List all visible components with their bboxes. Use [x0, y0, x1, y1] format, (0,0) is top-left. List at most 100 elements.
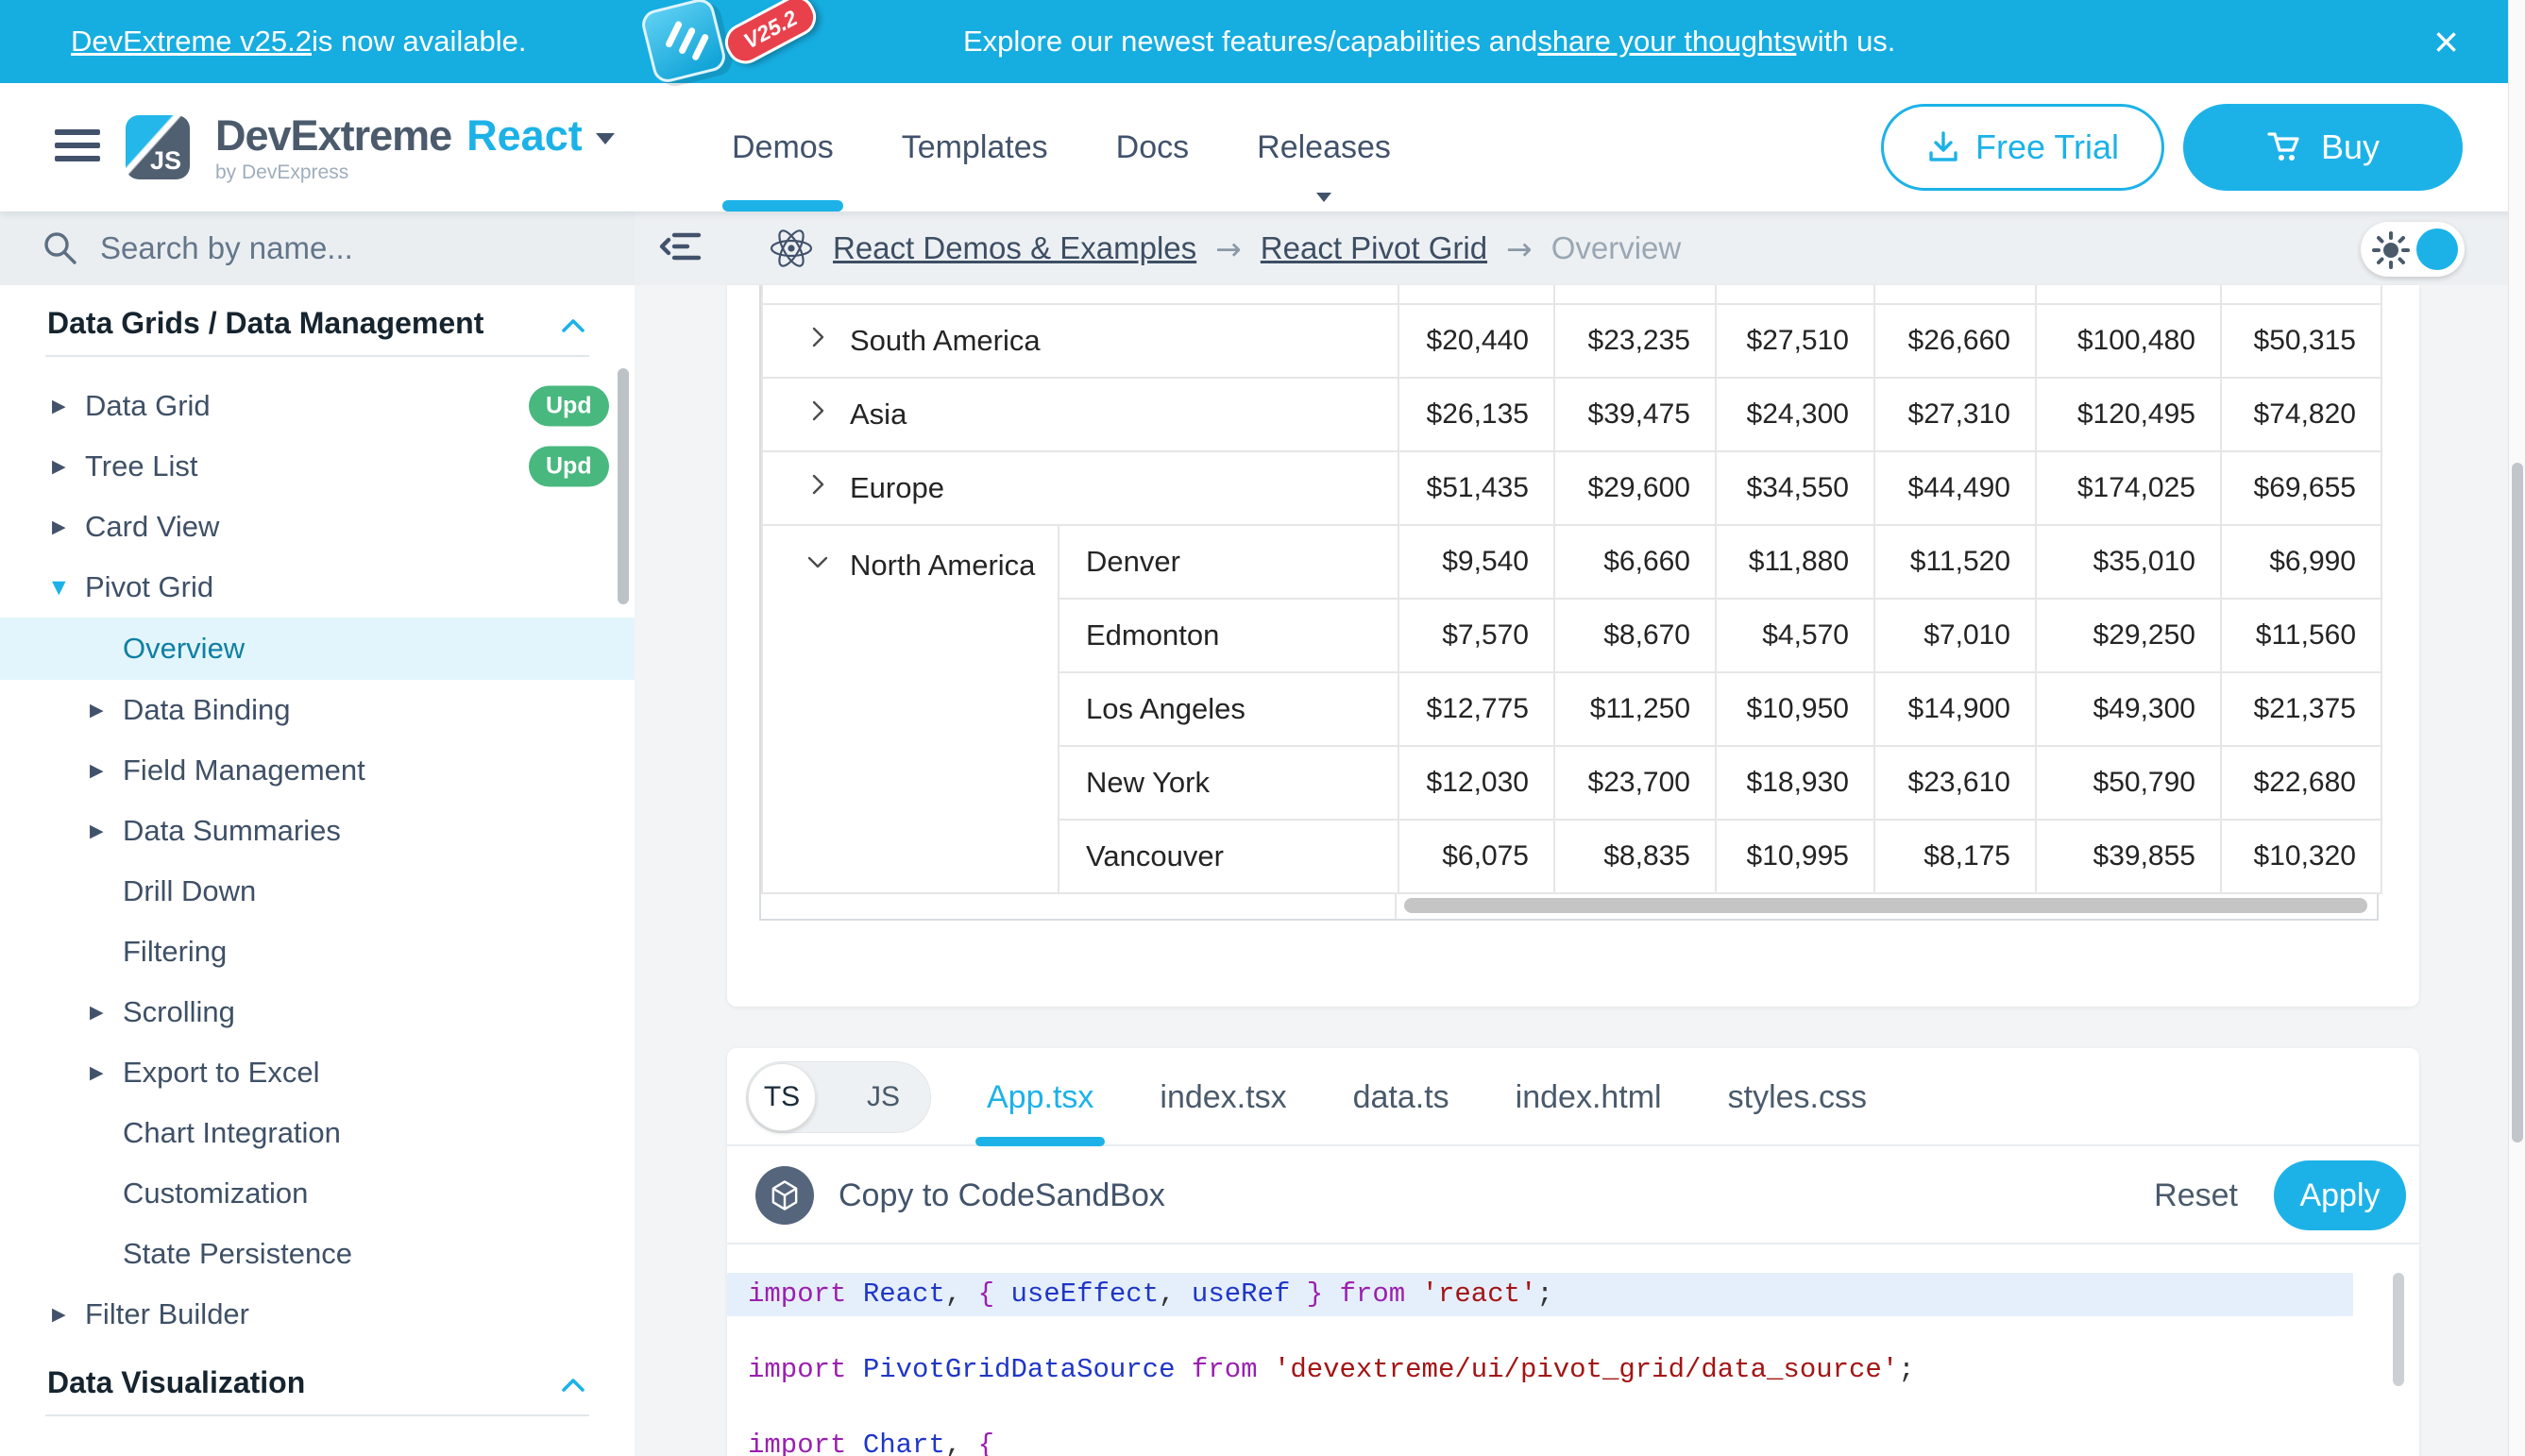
nav-item-releases[interactable]: Releases	[1257, 83, 1391, 212]
sidebar-item-label: Overview	[123, 632, 245, 666]
file-tab-styles-css[interactable]: styles.css	[1728, 1048, 1867, 1146]
sidebar-item-card-view[interactable]: ▶Card View	[0, 497, 635, 557]
theme-toggle-knob[interactable]	[2416, 229, 2458, 270]
chevron-up-icon[interactable]	[561, 1365, 585, 1400]
banner-close-button[interactable]: ×	[2433, 0, 2459, 83]
triangle-right-icon[interactable]: ▶	[52, 1304, 66, 1325]
language-toggle-knob[interactable]: TS	[748, 1063, 816, 1131]
sidebar-item-filtering[interactable]: Filtering	[0, 922, 635, 982]
sidebar-item-label: Pivot Grid	[85, 570, 213, 604]
free-trial-button[interactable]: Free Trial	[1881, 104, 2164, 191]
sidebar-item-customization[interactable]: Customization	[0, 1163, 635, 1224]
sidebar-section-label: Data Grids / Data Management	[47, 306, 483, 341]
nav-item-demos[interactable]: Demos	[732, 83, 834, 212]
sidebar-item-tree-list[interactable]: ▶Tree ListUpd	[0, 436, 635, 497]
file-tab-index-tsx[interactable]: index.tsx	[1160, 1048, 1286, 1146]
file-tab-App-tsx[interactable]: App.tsx	[987, 1048, 1093, 1146]
code-scrollbar[interactable]	[2393, 1273, 2404, 1386]
sidebar-item-chart-integration[interactable]: Chart Integration	[0, 1103, 635, 1163]
pivot-region-row: Asia$26,135$39,475$24,300$27,310$120,495…	[762, 378, 2381, 451]
triangle-right-icon[interactable]: ▶	[52, 396, 66, 416]
sidebar-item-data-summaries[interactable]: ▶Data Summaries	[0, 801, 635, 861]
sidebar-scrollbar[interactable]	[618, 368, 629, 604]
language-toggle[interactable]: TS JS	[746, 1061, 931, 1133]
sidebar-item-state-persistence[interactable]: State Persistence	[0, 1224, 635, 1284]
reset-button[interactable]: Reset	[2154, 1146, 2238, 1244]
apply-button[interactable]: Apply	[2274, 1160, 2406, 1230]
hamburger-menu-button[interactable]	[55, 129, 100, 169]
triangle-right-icon[interactable]: ▶	[90, 760, 104, 781]
nav-item-docs[interactable]: Docs	[1116, 83, 1189, 212]
platform-dropdown-icon[interactable]	[596, 133, 615, 144]
expand-chevron-icon[interactable]	[805, 471, 831, 505]
sidebar-item-label: Filter Builder	[85, 1297, 249, 1331]
banner-version-text: DevExtreme v25.2 is now available.	[71, 0, 526, 83]
sidebar-section-title[interactable]: Data Visualization	[0, 1360, 635, 1405]
main-content: South America$20,440$23,235$27,510$26,66…	[635, 285, 2508, 1456]
pivot-region-cell[interactable]: Europe	[762, 451, 1398, 525]
sidebar-item-field-management[interactable]: ▶Field Management	[0, 740, 635, 801]
code-editor[interactable]: import React, { useEffect, useRef } from…	[727, 1244, 2419, 1456]
sidebar-item-label: Scrolling	[123, 995, 235, 1029]
nav-item-templates[interactable]: Templates	[902, 83, 1048, 212]
updated-badge: Upd	[529, 386, 609, 427]
pivot-value-cell: $9,540	[1398, 525, 1554, 599]
triangle-right-icon[interactable]: ▶	[90, 1062, 104, 1083]
brand-wordmark[interactable]: DevExtreme React by DevExpress	[215, 111, 615, 184]
pivot-region-cell[interactable]: North America	[762, 525, 1059, 893]
pivot-value-cell: $18,930	[1716, 746, 1874, 820]
pivot-value-cell: $21,375	[2221, 672, 2381, 746]
updated-badge: Upd	[529, 447, 609, 487]
sidebar-item-drill-down[interactable]: Drill Down	[0, 861, 635, 922]
sidebar-item-data-grid[interactable]: ▶Data GridUpd	[0, 376, 635, 436]
theme-toggle[interactable]	[2361, 222, 2465, 277]
sidebar-item-overview[interactable]: Overview	[0, 618, 635, 680]
expand-chevron-icon[interactable]	[805, 398, 831, 432]
sidebar-item-label: Drill Down	[123, 874, 256, 908]
sidebar-item-pivot-grid[interactable]: ▼ Pivot Grid	[0, 557, 635, 618]
file-tab-data-ts[interactable]: data.ts	[1353, 1048, 1449, 1146]
pivot-horizontal-scrollbar[interactable]	[761, 894, 2377, 919]
breadcrumb-link-demos[interactable]: React Demos & Examples	[833, 230, 1196, 266]
code-editor-panel: TS JS App.tsx index.tsx data.ts index.html s…	[727, 1048, 2419, 1456]
sidebar-item-label: Export to Excel	[123, 1056, 319, 1090]
pivot-region-cell[interactable]: South America	[762, 304, 1398, 378]
share-thoughts-link[interactable]: share your thoughts	[1537, 25, 1796, 59]
triangle-right-icon[interactable]: ▶	[52, 456, 66, 477]
buy-button[interactable]: Buy	[2183, 104, 2463, 191]
collapse-sidebar-button[interactable]	[659, 228, 703, 270]
sidebar-item-filter-builder[interactable]: ▶ Filter Builder	[0, 1284, 635, 1345]
page-scrollbar-thumb[interactable]	[2512, 463, 2523, 1143]
pivot-hscroll-thumb[interactable]	[1404, 898, 2367, 913]
pivot-city-cell: Denver	[1059, 525, 1398, 599]
sidebar-item-data-binding[interactable]: ▶Data Binding	[0, 680, 635, 740]
pivot-value-cell: $120,495	[2036, 378, 2221, 451]
pivot-value-cell: $22,680	[2221, 746, 2381, 820]
pivot-value-cell: $11,520	[1874, 525, 2036, 599]
triangle-down-icon[interactable]: ▼	[52, 577, 66, 598]
triangle-right-icon[interactable]: ▶	[90, 821, 104, 841]
triangle-right-icon[interactable]: ▶	[52, 516, 66, 537]
devextreme-js-logo[interactable]: JS	[126, 115, 190, 179]
sidebar-search-input[interactable]: Search by name...	[0, 212, 635, 285]
expand-chevron-icon[interactable]	[805, 324, 831, 358]
collapse-chevron-icon[interactable]	[805, 549, 831, 583]
banner-version-link[interactable]: DevExtreme v25.2	[71, 25, 312, 59]
pivot-value-cell: $50,315	[2221, 304, 2381, 378]
page-scrollbar[interactable]	[2508, 0, 2525, 1456]
triangle-right-icon[interactable]: ▶	[90, 1002, 104, 1023]
copy-to-codesandbox-button[interactable]: Copy to CodeSandBox	[755, 1146, 1165, 1244]
brand-name: DevExtreme	[215, 111, 451, 161]
file-tab-index-html[interactable]: index.html	[1516, 1048, 1662, 1146]
divider	[45, 1414, 589, 1416]
breadcrumb-link-pivot-grid[interactable]: React Pivot Grid	[1261, 230, 1487, 266]
chevron-up-icon[interactable]	[561, 306, 585, 341]
sidebar-section-title[interactable]: Data Grids / Data Management	[0, 300, 635, 346]
triangle-right-icon[interactable]: ▶	[90, 700, 104, 720]
chevron-down-icon	[1316, 193, 1331, 202]
pivot-city-cell: Edmonton	[1059, 599, 1398, 672]
sidebar-item-export-to-excel[interactable]: ▶ Export to Excel	[0, 1042, 635, 1103]
pivot-region-cell[interactable]: Asia	[762, 378, 1398, 451]
pivot-value-cell: $100,480	[2036, 304, 2221, 378]
sidebar-item-scrolling[interactable]: ▶ Scrolling	[0, 982, 635, 1042]
